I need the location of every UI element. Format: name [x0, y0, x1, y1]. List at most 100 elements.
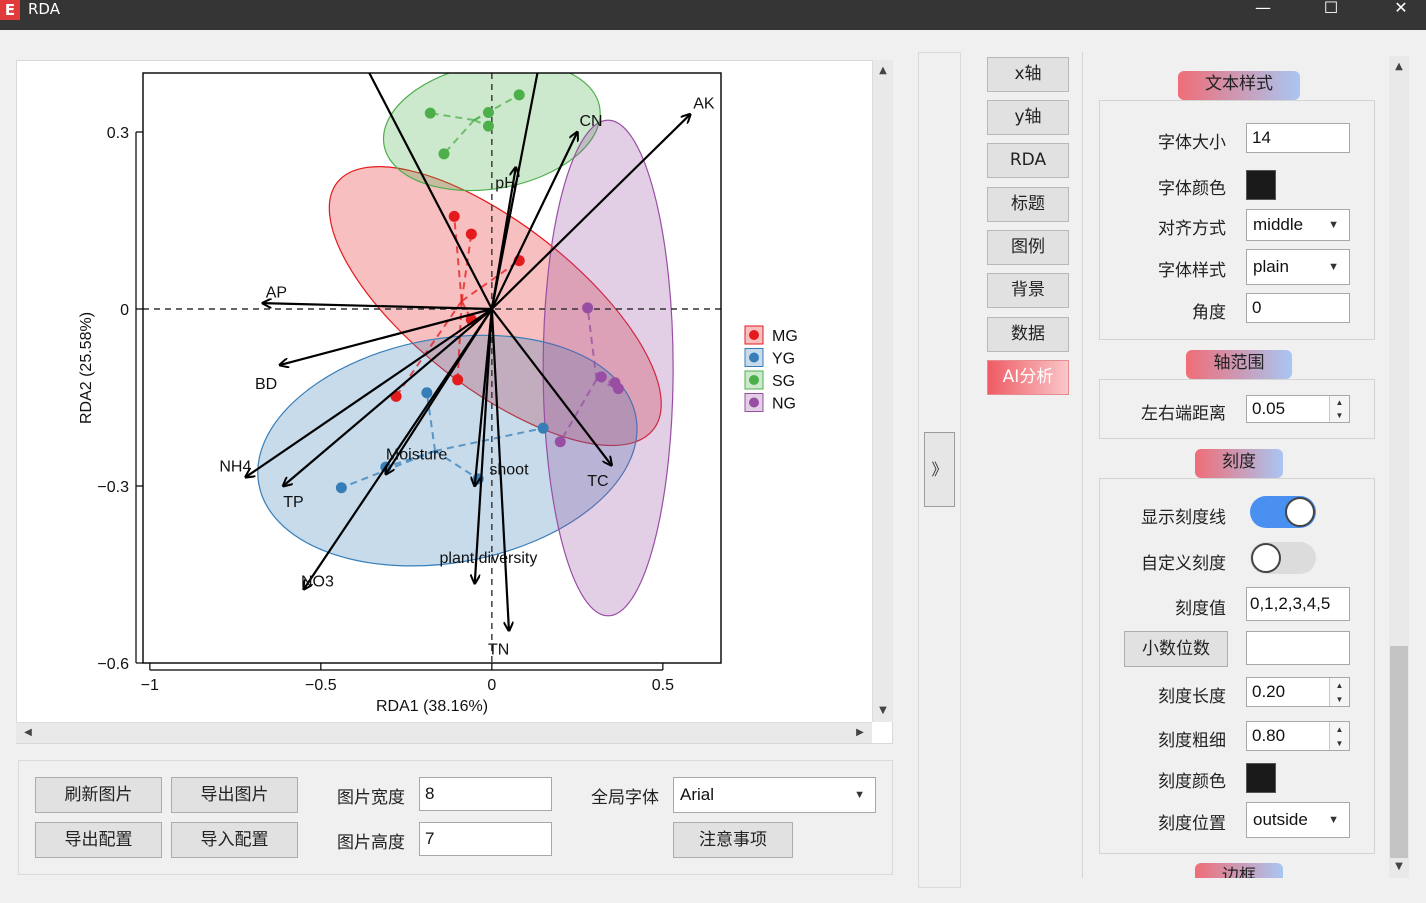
tick-color-swatch[interactable] — [1246, 763, 1276, 793]
text-style-group: 字体大小 14 字体颜色 对齐方式 middle ▼ 字体样式 plain ▼ … — [1099, 100, 1375, 340]
scrollbar-thumb[interactable] — [1390, 646, 1408, 858]
settings-scrollbar[interactable]: ▲ ▼ — [1389, 56, 1409, 878]
image-height-input[interactable]: 7 — [419, 822, 552, 856]
notes-button[interactable]: 注意事项 — [673, 822, 793, 858]
custom-ticks-toggle[interactable] — [1250, 542, 1316, 574]
legend-label-yg: YG — [772, 351, 795, 368]
spin-arrows-icon[interactable]: ▲ ▼ — [1329, 396, 1349, 422]
settings-panel: 文本样式 字体大小 14 字体颜色 对齐方式 middle ▼ 字体样式 pla… — [1082, 52, 1388, 878]
tick-values-label: 刻度值 — [1175, 599, 1226, 619]
angle-label: 角度 — [1192, 303, 1226, 323]
chevron-down-icon: ▼ — [1328, 219, 1339, 231]
data-point-ng — [582, 302, 594, 314]
decimals-button[interactable]: 小数位数 — [1124, 631, 1228, 667]
plot-viewport: rootANPPAKCNpHAPBDNH4TPNO3Moistureshootp… — [16, 60, 893, 744]
maximize-button[interactable]: ☐ — [1308, 0, 1354, 20]
scroll-left-arrow-icon[interactable]: ◀ — [18, 723, 38, 743]
tab-x-axis[interactable]: x轴 — [987, 57, 1069, 92]
chevron-down-icon: ▼ — [854, 789, 865, 801]
rda-plot: rootANPPAKCNpHAPBDNH4TPNO3Moistureshootp… — [78, 72, 798, 715]
app-window: E RDA — ☐ ✕ rootANPPAKCNpHAPBDNH4TPNO3Mo… — [0, 0, 1426, 903]
export-config-button[interactable]: 导出配置 — [35, 822, 162, 858]
data-point-mg — [452, 374, 464, 386]
custom-ticks-label: 自定义刻度 — [1141, 554, 1226, 574]
plot-horizontal-scrollbar[interactable]: ◀ ▶ — [16, 722, 872, 743]
font-color-swatch[interactable] — [1246, 170, 1276, 200]
export-image-button[interactable]: 导出图片 — [171, 777, 298, 813]
scroll-down-arrow-icon[interactable]: ▼ — [873, 702, 893, 720]
margin-label: 左右端距离 — [1141, 404, 1226, 424]
collapse-panel-button[interactable]: 》 — [924, 432, 955, 507]
bottom-control-panel: 刷新图片 导出图片 导出配置 导入配置 图片宽度 8 图片高度 7 全局字体 A… — [18, 760, 893, 875]
scroll-right-arrow-icon[interactable]: ▶ — [850, 723, 870, 743]
tick-width-label: 刻度粗细 — [1158, 731, 1226, 751]
margin-spinbox[interactable]: 0.05 ▲ ▼ — [1246, 395, 1350, 423]
legend-label-ng: NG — [772, 396, 796, 413]
data-point-sg — [513, 89, 525, 101]
data-point-sg — [482, 107, 494, 119]
spin-arrows-icon[interactable]: ▲ ▼ — [1329, 722, 1349, 750]
data-point-mg — [448, 210, 460, 222]
scroll-up-arrow-icon[interactable]: ▲ — [1389, 58, 1409, 76]
global-font-value: Arial — [680, 785, 715, 804]
tick-color-label: 刻度颜色 — [1158, 772, 1226, 792]
tick-length-spinbox[interactable]: 0.20 ▲ ▼ — [1246, 677, 1350, 707]
section-title-border: 边框 — [1195, 863, 1283, 878]
import-config-button[interactable]: 导入配置 — [171, 822, 298, 858]
y-tick-label: 0 — [120, 302, 129, 319]
y-tick-label: −0.3 — [97, 479, 129, 496]
decimals-input[interactable] — [1246, 631, 1350, 665]
font-style-label: 字体样式 — [1158, 261, 1226, 281]
image-height-label: 图片高度 — [337, 833, 405, 853]
font-style-select[interactable]: plain ▼ — [1246, 249, 1350, 285]
align-select[interactable]: middle ▼ — [1246, 209, 1350, 241]
image-width-input[interactable]: 8 — [419, 777, 552, 811]
spin-arrows-icon[interactable]: ▲ ▼ — [1329, 678, 1349, 706]
angle-input[interactable]: 0 — [1246, 293, 1350, 323]
tick-position-select[interactable]: outside ▼ — [1246, 802, 1350, 838]
tab-title[interactable]: 标题 — [987, 187, 1069, 222]
plot-vertical-scrollbar[interactable]: ▲ ▼ — [872, 60, 893, 722]
chevron-down-icon: ▼ — [1328, 261, 1339, 273]
arrow-label-tp: TP — [283, 494, 303, 511]
font-size-input[interactable]: 14 — [1246, 123, 1350, 153]
image-width-label: 图片宽度 — [337, 788, 405, 808]
show-ticks-toggle[interactable] — [1250, 496, 1316, 528]
scroll-up-arrow-icon[interactable]: ▲ — [873, 62, 893, 80]
arrow-label-no3: NO3 — [301, 573, 334, 590]
tab-ai-analysis[interactable]: AI分析 — [987, 360, 1069, 395]
y-axis-title: RDA2 (25.58%) — [78, 312, 95, 424]
tick-position-label: 刻度位置 — [1158, 814, 1226, 834]
plot-content — [143, 73, 721, 663]
tab-y-axis[interactable]: y轴 — [987, 100, 1069, 135]
font-style-value: plain — [1253, 257, 1289, 276]
tab-background[interactable]: 背景 — [987, 273, 1069, 308]
refresh-image-button[interactable]: 刷新图片 — [35, 777, 162, 813]
x-tick-label: −0.5 — [305, 677, 337, 694]
minimize-button[interactable]: — — [1240, 0, 1286, 20]
align-label: 对齐方式 — [1158, 219, 1226, 239]
section-title-axis-range: 轴范围 — [1186, 350, 1292, 379]
app-icon: E — [0, 0, 20, 20]
tab-legend[interactable]: 图例 — [987, 230, 1069, 265]
arrow-label-cn: CN — [579, 113, 602, 130]
arrow-label-tn: TN — [488, 641, 509, 658]
arrow-label-ph: pH — [495, 175, 515, 192]
arrow-label-shoot: shoot — [489, 461, 529, 478]
tick-values-input[interactable]: 0,1,2,3,4,5 — [1246, 587, 1350, 621]
title-bar: E RDA — ☐ ✕ — [0, 0, 1426, 30]
legend-label-sg: SG — [772, 373, 795, 390]
tab-data[interactable]: 数据 — [987, 317, 1069, 352]
close-button[interactable]: ✕ — [1378, 0, 1424, 20]
tab-rda[interactable]: RDA — [987, 143, 1069, 178]
tick-width-spinbox[interactable]: 0.80 ▲ ▼ — [1246, 721, 1350, 751]
data-point-sg — [424, 107, 436, 119]
arrow-label-bd: BD — [255, 376, 277, 393]
arrow-label-ap: AP — [266, 284, 287, 301]
y-tick-label: −0.6 — [97, 656, 129, 673]
legend-label-mg: MG — [772, 328, 798, 345]
global-font-select[interactable]: Arial ▼ — [673, 777, 876, 813]
scroll-down-arrow-icon[interactable]: ▼ — [1389, 858, 1409, 876]
global-font-label: 全局字体 — [591, 788, 659, 808]
arrow-label-moisture: Moisture — [386, 447, 447, 464]
